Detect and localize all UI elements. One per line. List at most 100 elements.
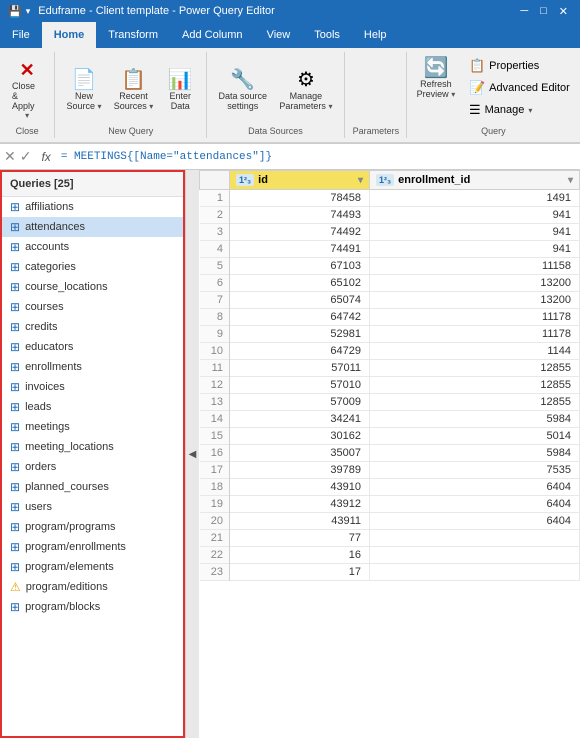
cell-enrollment-id: 12855 bbox=[370, 394, 580, 411]
grid-container[interactable]: 1²₃ id ▾ 1²₃ enrollment_id ▾ bbox=[199, 170, 580, 738]
sidebar-item-enrollments[interactable]: ⊞ enrollments bbox=[2, 357, 183, 377]
sidebar-item-program-blocks[interactable]: ⊞ program/blocks bbox=[2, 597, 183, 617]
table-icon: ⊞ bbox=[10, 600, 20, 614]
sidebar-item-educators[interactable]: ⊞ educators bbox=[2, 337, 183, 357]
properties-button[interactable]: 📋 Properties bbox=[463, 56, 576, 76]
cell-id: 57011 bbox=[230, 360, 370, 377]
tab-home[interactable]: Home bbox=[42, 22, 97, 48]
enter-data-button[interactable]: 📊 EnterData bbox=[160, 68, 200, 113]
sidebar-item-program-editions[interactable]: ⚠ program/editions bbox=[2, 577, 183, 597]
close-group-label: Close bbox=[4, 124, 50, 138]
cell-id: 65074 bbox=[230, 292, 370, 309]
tab-tools[interactable]: Tools bbox=[302, 22, 352, 48]
refresh-preview-button[interactable]: 🔄 RefreshPreview ▾ bbox=[411, 56, 461, 101]
close-apply-arrow[interactable]: ▾ bbox=[25, 111, 29, 120]
cell-enrollment-id: 6404 bbox=[370, 496, 580, 513]
table-row[interactable]: 14342415984 bbox=[200, 411, 580, 428]
sidebar-item-course-locations[interactable]: ⊞ course_locations bbox=[2, 277, 183, 297]
data-source-settings-button[interactable]: 🔧 Data sourcesettings bbox=[213, 68, 272, 113]
sidebar-item-planned-courses[interactable]: ⊞ planned_courses bbox=[2, 477, 183, 497]
close-apply-button[interactable]: ✕ Close &Apply ▾ bbox=[6, 56, 48, 124]
sidebar-item-accounts[interactable]: ⊞ accounts bbox=[2, 237, 183, 257]
query-list[interactable]: ⊞ affiliations ⊞ attendances ⊞ accounts … bbox=[2, 197, 183, 736]
recent-sources-button[interactable]: 📋 RecentSources ▾ bbox=[109, 68, 159, 113]
tab-add-column[interactable]: Add Column bbox=[170, 22, 255, 48]
tab-view[interactable]: View bbox=[255, 22, 303, 48]
table-row[interactable]: 86474211178 bbox=[200, 309, 580, 326]
table-row[interactable]: 16350075984 bbox=[200, 445, 580, 462]
cell-enrollment-id: 941 bbox=[370, 207, 580, 224]
column-header-enrollment-id[interactable]: 1²₃ enrollment_id ▾ bbox=[370, 171, 580, 190]
column-header-id[interactable]: 1²₃ id ▾ bbox=[230, 171, 370, 190]
new-source-label: NewSource ▾ bbox=[66, 91, 101, 111]
table-row[interactable]: 10647291144 bbox=[200, 343, 580, 360]
sidebar-item-affiliations[interactable]: ⊞ affiliations bbox=[2, 197, 183, 217]
table-row[interactable]: 19439126404 bbox=[200, 496, 580, 513]
table-row[interactable]: 66510213200 bbox=[200, 275, 580, 292]
col-sort-id[interactable]: ▾ bbox=[358, 175, 363, 186]
table-row[interactable]: 56710311158 bbox=[200, 258, 580, 275]
table-row[interactable]: 17397897535 bbox=[200, 462, 580, 479]
new-source-button[interactable]: 📄 NewSource ▾ bbox=[61, 68, 106, 113]
sidebar-item-program-programs[interactable]: ⊞ program/programs bbox=[2, 517, 183, 537]
table-row[interactable]: 20439116404 bbox=[200, 513, 580, 530]
advanced-editor-button[interactable]: 📝 Advanced Editor bbox=[463, 78, 576, 98]
table-row[interactable]: 2317 bbox=[200, 564, 580, 581]
sidebar-item-categories[interactable]: ⊞ categories bbox=[2, 257, 183, 277]
ribbon-group-query: 🔄 RefreshPreview ▾ 📋 Properties 📝 Advanc… bbox=[407, 52, 580, 138]
sidebar-collapse-button[interactable]: ◀ bbox=[185, 170, 199, 738]
sidebar-item-courses[interactable]: ⊞ courses bbox=[2, 297, 183, 317]
sidebar-item-leads[interactable]: ⊞ leads bbox=[2, 397, 183, 417]
sidebar-item-attendances[interactable]: ⊞ attendances bbox=[2, 217, 183, 237]
table-row[interactable]: 15301625014 bbox=[200, 428, 580, 445]
table-icon: ⊞ bbox=[10, 480, 20, 494]
table-row[interactable]: 115701112855 bbox=[200, 360, 580, 377]
quick-access-arrow[interactable]: ▾ bbox=[26, 6, 31, 17]
maximize-icon[interactable]: □ bbox=[536, 5, 551, 18]
table-icon: ⊞ bbox=[10, 220, 20, 234]
table-icon: ⊞ bbox=[10, 420, 20, 434]
sidebar-item-orders[interactable]: ⊞ orders bbox=[2, 457, 183, 477]
sidebar-item-credits[interactable]: ⊞ credits bbox=[2, 317, 183, 337]
cell-enrollment-id: 11158 bbox=[370, 258, 580, 275]
tab-transform[interactable]: Transform bbox=[96, 22, 170, 48]
tab-help[interactable]: Help bbox=[352, 22, 399, 48]
minimize-icon[interactable]: ─ bbox=[516, 5, 532, 18]
table-row[interactable]: 1784581491 bbox=[200, 190, 580, 207]
table-row[interactable]: 2216 bbox=[200, 547, 580, 564]
query-label-courses: courses bbox=[25, 301, 64, 313]
table-row[interactable]: 76507413200 bbox=[200, 292, 580, 309]
query-label-meeting-locations: meeting_locations bbox=[25, 441, 114, 453]
table-row[interactable]: 18439106404 bbox=[200, 479, 580, 496]
ribbon-group-parameters: Parameters bbox=[345, 52, 407, 138]
sidebar-item-meetings[interactable]: ⊞ meetings bbox=[2, 417, 183, 437]
table-row[interactable]: 2177 bbox=[200, 530, 580, 547]
table-row[interactable]: 135700912855 bbox=[200, 394, 580, 411]
cell-enrollment-id bbox=[370, 530, 580, 547]
formula-cancel-icon[interactable]: ✕ bbox=[4, 148, 16, 165]
table-row[interactable]: 125701012855 bbox=[200, 377, 580, 394]
formula-confirm-icon[interactable]: ✓ bbox=[20, 148, 32, 165]
table-icon: ⊞ bbox=[10, 360, 20, 374]
query-label-program-blocks: program/blocks bbox=[25, 601, 100, 613]
col-sort-enrollment-id[interactable]: ▾ bbox=[568, 175, 573, 186]
cell-id: 74491 bbox=[230, 241, 370, 258]
data-source-settings-icon: 🔧 bbox=[230, 70, 255, 90]
tab-file[interactable]: File bbox=[0, 22, 42, 48]
sidebar-item-users[interactable]: ⊞ users bbox=[2, 497, 183, 517]
sidebar-item-meeting-locations[interactable]: ⊞ meeting_locations bbox=[2, 437, 183, 457]
row-number-cell: 22 bbox=[200, 547, 230, 564]
sidebar-item-invoices[interactable]: ⊞ invoices bbox=[2, 377, 183, 397]
table-row[interactable]: 474491941 bbox=[200, 241, 580, 258]
manage-button[interactable]: ☰ Manage ▾ bbox=[463, 100, 576, 120]
query-label-orders: orders bbox=[25, 461, 56, 473]
col-type-id: 1²₃ bbox=[236, 174, 254, 186]
close-apply-group-buttons: ✕ Close &Apply ▾ bbox=[4, 52, 50, 124]
manage-parameters-button[interactable]: ⚙ ManageParameters ▾ bbox=[274, 68, 337, 113]
table-row[interactable]: 95298111178 bbox=[200, 326, 580, 343]
sidebar-item-program-elements[interactable]: ⊞ program/elements bbox=[2, 557, 183, 577]
sidebar-item-program-enrollments[interactable]: ⊞ program/enrollments bbox=[2, 537, 183, 557]
close-window-icon[interactable]: ✕ bbox=[555, 5, 572, 18]
table-row[interactable]: 274493941 bbox=[200, 207, 580, 224]
table-row[interactable]: 374492941 bbox=[200, 224, 580, 241]
